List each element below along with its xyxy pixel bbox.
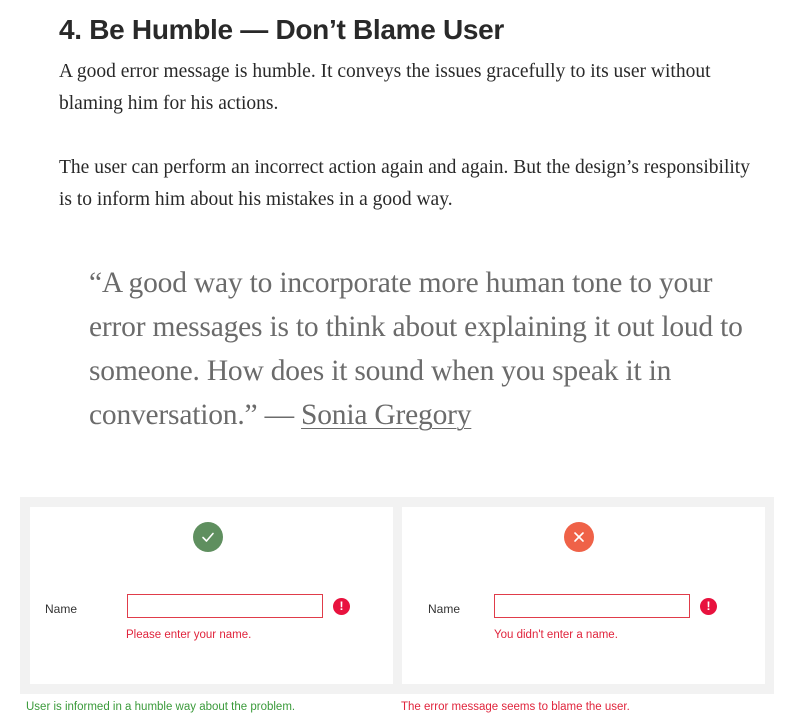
paragraph-humble: A good error message is humble. It conve…: [59, 61, 711, 114]
name-field-label: Name: [45, 602, 78, 616]
article-body: 4. Be Humble — Don’t Blame User A good e…: [59, 12, 759, 216]
error-message: Please enter your name.: [126, 629, 252, 641]
pull-quote: “A good way to incorporate more human to…: [89, 261, 749, 437]
error-alert-icon: !: [333, 598, 350, 615]
error-message: You didn't enter a name.: [494, 629, 618, 641]
check-icon: [193, 522, 223, 552]
name-input[interactable]: [127, 594, 323, 618]
error-alert-icon: !: [700, 598, 717, 615]
paragraph-responsibility: The user can perform an incorrect action…: [59, 157, 750, 210]
bad-example-panel: Name ! You didn't enter a name.: [402, 507, 765, 684]
error-message-comparison-figure: Name ! Please enter your name. Name ! Yo…: [20, 497, 774, 694]
name-field-label: Name: [428, 602, 461, 616]
bad-example-caption: The error message seems to blame the use…: [401, 701, 630, 713]
x-icon: [564, 522, 594, 552]
section-heading: 4. Be Humble — Don’t Blame User: [59, 14, 505, 45]
name-input[interactable]: [494, 594, 690, 618]
good-example-panel: Name ! Please enter your name.: [30, 507, 393, 684]
good-example-caption: User is informed in a humble way about t…: [26, 701, 296, 713]
quote-author-link[interactable]: Sonia Gregory: [301, 399, 471, 431]
